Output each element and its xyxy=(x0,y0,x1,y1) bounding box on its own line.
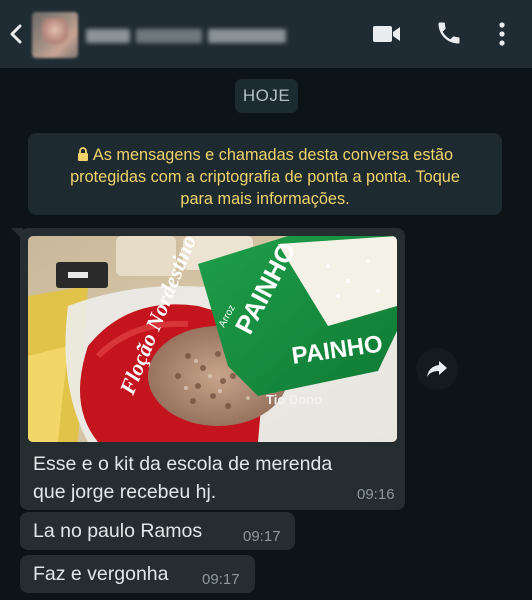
arrow-left-icon[interactable] xyxy=(8,22,26,46)
redacted-block xyxy=(208,29,286,43)
caption-line: que jorge recebeu hj. xyxy=(33,481,217,503)
message-photo[interactable]: Floção Nordestino Tio Dono PAINHO Arroz … xyxy=(28,236,397,442)
message-time: 09:17 xyxy=(243,528,281,545)
message-text: Faz e vergonha xyxy=(33,563,169,585)
chat-header xyxy=(0,0,532,68)
lock-icon xyxy=(77,147,88,161)
more-vertical-icon[interactable] xyxy=(494,20,510,48)
encryption-notice-line: protegidas com a criptografia de ponta a… xyxy=(70,168,460,186)
video-camera-icon[interactable] xyxy=(372,22,402,46)
share-arrow-icon xyxy=(427,361,447,377)
message-time: 09:17 xyxy=(202,571,240,588)
forward-button[interactable] xyxy=(416,348,458,390)
message-caption: Esse e o kit da escola de merenda que jo… xyxy=(33,450,363,506)
redacted-block xyxy=(86,29,130,43)
caption-line: Esse e o kit da escola de merenda xyxy=(33,453,333,475)
beans-sub-label: Tio Dono xyxy=(266,392,322,407)
encryption-notice-line: As mensagens e chamadas desta conversa e… xyxy=(42,144,488,166)
encryption-notice-line: para mais informações. xyxy=(180,190,350,208)
date-separator: HOJE xyxy=(235,79,298,113)
redacted-block xyxy=(136,29,202,43)
text-message-bubble[interactable]: La no paulo Ramos 09:17 xyxy=(20,512,295,550)
image-message-bubble[interactable]: Floção Nordestino Tio Dono PAINHO Arroz … xyxy=(11,228,405,510)
bubble-tail xyxy=(11,228,23,240)
avatar[interactable] xyxy=(32,12,78,58)
photo-food-kit: Floção Nordestino Tio Dono PAINHO Arroz … xyxy=(28,236,397,442)
contact-name[interactable] xyxy=(86,24,292,48)
encryption-notice[interactable]: As mensagens e chamadas desta conversa e… xyxy=(28,133,502,215)
message-text: La no paulo Ramos xyxy=(33,520,203,542)
text-message-bubble[interactable]: Faz e vergonha 09:17 xyxy=(20,555,255,593)
message-time: 09:16 xyxy=(357,486,395,503)
phone-icon[interactable] xyxy=(435,19,463,47)
